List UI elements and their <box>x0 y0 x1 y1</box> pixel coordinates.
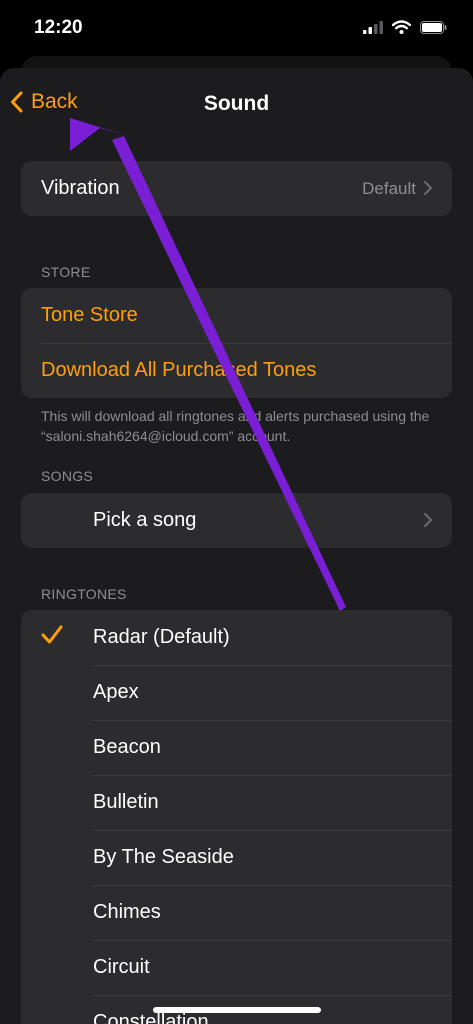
ringtone-row[interactable]: Chimes <box>21 885 452 940</box>
store-footer-note: This will download all ringtones and ale… <box>41 408 430 444</box>
songs-group: Pick a song <box>21 493 452 548</box>
wifi-icon <box>392 20 411 34</box>
pick-a-song-label: Pick a song <box>93 509 197 531</box>
vibration-label: Vibration <box>41 177 120 199</box>
checkmark-icon <box>41 625 63 644</box>
download-purchased-tones-row[interactable]: Download All Purchased Tones <box>21 343 452 398</box>
ringtone-label: Circuit <box>93 956 150 978</box>
tone-store-row[interactable]: Tone Store <box>21 288 452 343</box>
tone-store-label: Tone Store <box>41 304 138 326</box>
ringtone-row[interactable]: Bulletin <box>21 775 452 830</box>
store-group: Tone Store Download All Purchased Tones <box>21 288 452 398</box>
cellular-signal-icon <box>363 20 383 34</box>
status-icons <box>363 20 447 34</box>
sound-settings-sheet: Back Sound Vibration Default STORE Tone … <box>0 68 473 1024</box>
ringtone-label: Chimes <box>93 901 161 923</box>
ringtone-row[interactable]: Circuit <box>21 940 452 995</box>
vibration-group: Vibration Default <box>21 161 452 216</box>
ringtone-label: Bulletin <box>93 791 159 813</box>
songs-section-header: SONGS <box>41 468 94 484</box>
ringtones-group: Radar (Default) Apex Beacon Bulletin By … <box>21 610 452 1024</box>
download-purchased-tones-label: Download All Purchased Tones <box>41 359 317 381</box>
ringtones-section-header: RINGTONES <box>41 586 127 602</box>
chevron-right-icon <box>424 181 432 195</box>
chevron-right-icon <box>424 513 432 527</box>
navigation-bar: Back Sound <box>0 68 473 140</box>
pick-a-song-row[interactable]: Pick a song <box>21 493 452 548</box>
ringtone-label: Apex <box>93 681 139 703</box>
status-bar: 12:20 <box>0 0 473 58</box>
vibration-value: Default <box>362 178 416 198</box>
battery-icon <box>420 20 447 34</box>
status-time: 12:20 <box>34 17 83 38</box>
home-indicator[interactable] <box>153 1007 321 1013</box>
ringtone-row[interactable]: Beacon <box>21 720 452 775</box>
ringtone-label: By The Seaside <box>93 846 234 868</box>
page-title: Sound <box>203 92 270 115</box>
ringtone-row[interactable]: By The Seaside <box>21 830 452 885</box>
vibration-row[interactable]: Vibration Default <box>21 161 452 216</box>
ringtone-label: Beacon <box>93 736 161 758</box>
store-section-header: STORE <box>41 264 91 280</box>
ringtone-row[interactable]: Apex <box>21 665 452 720</box>
ringtone-row[interactable]: Radar (Default) <box>21 610 452 665</box>
